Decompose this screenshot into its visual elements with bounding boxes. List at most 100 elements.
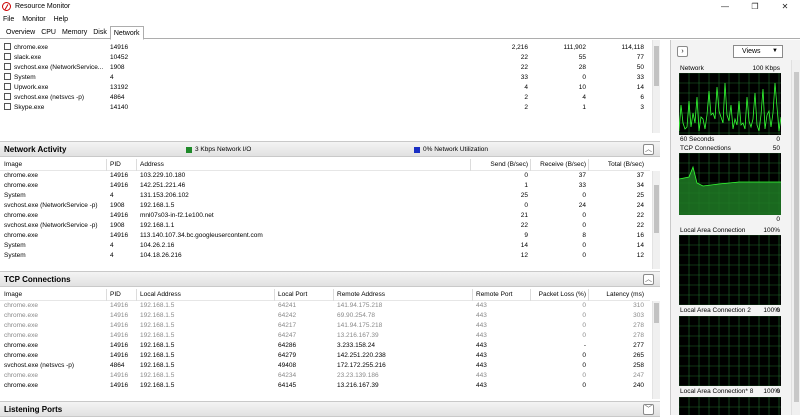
process-name: svchost.exe (netsvcs -p) [14, 94, 85, 101]
network-activity-scrollbar[interactable] [652, 171, 660, 269]
graph-name: Network [680, 65, 704, 72]
packet-loss: 0 [582, 312, 586, 319]
pid: 1908 [110, 222, 125, 229]
col-pid[interactable]: PID [110, 159, 121, 171]
process-row[interactable]: svchost.exe (NetworkService... 1908 22 28 50 [0, 63, 650, 73]
scrollbar-thumb[interactable] [654, 185, 659, 233]
process-row[interactable]: svchost.exe (netsvcs -p) 4864 2 4 6 [0, 93, 650, 103]
process-checkbox[interactable] [4, 103, 11, 110]
tcp-connection-row[interactable]: svchost.exe (netsvcs -p) 4864 192.168.1.5 4… [0, 361, 650, 371]
tcp-connection-row[interactable]: chrome.exe 14916 192.168.1.5 64286 3.233.158… [0, 341, 650, 351]
process-checkbox[interactable] [4, 83, 11, 90]
col-local-address[interactable]: Local Address [140, 289, 181, 301]
network-activity-row[interactable]: chrome.exe 14916 mnl07s03-in-f2.1e100.net 2… [0, 211, 650, 221]
graph-name: Local Area Connection 2 [680, 307, 751, 314]
process-send: 2 [524, 104, 528, 111]
image: svchost.exe (netsvcs -p) [4, 362, 75, 369]
address: 142.251.221.46 [140, 182, 186, 189]
process-checkbox[interactable] [4, 93, 11, 100]
menu-help[interactable]: Help [54, 16, 68, 23]
network-activity-row[interactable]: chrome.exe 14916 103.229.10.180 0 37 37 [0, 171, 650, 181]
network-activity-row[interactable]: svchost.exe (NetworkService -p) 1908 192.1… [0, 221, 650, 231]
col-remote-address[interactable]: Remote Address [337, 289, 385, 301]
tcp-connections-header[interactable]: TCP Connections ︿ [0, 271, 660, 287]
scrollbar-thumb[interactable] [654, 303, 659, 323]
image: chrome.exe [4, 302, 38, 309]
remote-port: 443 [476, 312, 487, 319]
tcp-connection-row[interactable]: chrome.exe 14916 192.168.1.5 64217 141.94.17… [0, 321, 650, 331]
menu-bar: File Monitor Help [0, 13, 800, 25]
expand-pane-icon[interactable]: › [677, 46, 688, 57]
network-activity-row[interactable]: System 4 104.18.26.216 12 0 12 [0, 251, 650, 261]
col-send[interactable]: Send (B/sec) [470, 159, 528, 171]
tab-disk[interactable]: Disk [90, 26, 110, 39]
process-receive: 10 [578, 84, 586, 91]
network-activity-row[interactable]: System 4 131.153.206.102 25 0 25 [0, 191, 650, 201]
process-list-scrollbar[interactable] [652, 40, 660, 133]
col-local-port[interactable]: Local Port [278, 289, 307, 301]
views-dropdown[interactable]: Views ▼ [733, 45, 783, 58]
network-activity-row[interactable]: chrome.exe 14916 113.140.107.34.bc.googleu… [0, 231, 650, 241]
tcp-connection-row[interactable]: chrome.exe 14916 192.168.1.5 64247 13.216.16… [0, 331, 650, 341]
tcp-connection-row[interactable]: chrome.exe 14916 192.168.1.5 64234 23.23.139… [0, 371, 650, 381]
tcp-connection-row[interactable]: chrome.exe 14916 192.168.1.5 64145 13.216.16… [0, 381, 650, 391]
col-pid[interactable]: PID [110, 289, 121, 301]
tcp-scrollbar[interactable] [652, 301, 660, 399]
tab-cpu[interactable]: CPU [38, 26, 59, 39]
local-port: 64286 [278, 342, 297, 349]
collapse-chevron-icon[interactable]: ︿ [643, 144, 654, 155]
col-address[interactable]: Address [140, 159, 164, 171]
image: svchost.exe (NetworkService -p) [4, 222, 98, 229]
network-activity-header[interactable]: Network Activity 3 Kbps Network I/O 0% N… [0, 141, 660, 157]
tcp-connection-row[interactable]: chrome.exe 14916 192.168.1.5 64242 69.90.254… [0, 311, 650, 321]
tab-memory[interactable]: Memory [59, 26, 90, 39]
pid: 14916 [110, 322, 129, 329]
col-remote-port[interactable]: Remote Port [476, 289, 513, 301]
scrollbar-thumb[interactable] [654, 46, 659, 86]
graph-plot [679, 73, 781, 135]
pid: 14916 [110, 372, 129, 379]
col-receive[interactable]: Receive (B/sec) [530, 159, 586, 171]
col-total[interactable]: Total (B/sec) [588, 159, 644, 171]
process-row[interactable]: Skype.exe 14140 2 1 3 [0, 103, 650, 113]
process-name: slack.exe [14, 54, 42, 61]
process-checkbox[interactable] [4, 53, 11, 60]
col-image[interactable]: Image [4, 289, 22, 301]
collapse-chevron-icon[interactable]: ︿ [643, 274, 654, 285]
network-activity-row[interactable]: chrome.exe 14916 142.251.221.46 1 33 34 [0, 181, 650, 191]
minimize-button[interactable]: — [710, 0, 740, 13]
network-activity-column-headers: Image PID Address Send (B/sec) Receive (… [0, 159, 650, 171]
col-image[interactable]: Image [4, 159, 22, 171]
menu-monitor[interactable]: Monitor [22, 16, 45, 23]
tcp-connection-row[interactable]: chrome.exe 14916 192.168.1.5 64241 141.94.17… [0, 301, 650, 311]
scrollbar-thumb[interactable] [794, 72, 799, 402]
process-send: 2,216 [511, 44, 528, 51]
process-receive: 4 [582, 94, 586, 101]
tab-network[interactable]: Network [109, 26, 144, 40]
graphs-scrollbar[interactable] [791, 60, 800, 415]
pid: 1908 [110, 202, 125, 209]
col-packet-loss[interactable]: Packet Loss (%) [530, 289, 586, 301]
tcp-connection-row[interactable]: chrome.exe 14916 192.168.1.5 64279 142.251.2… [0, 351, 650, 361]
graph-label: Network 100 Kbps [679, 64, 781, 73]
close-button[interactable]: ✕ [770, 0, 800, 13]
restore-button[interactable]: ❐ [740, 0, 770, 13]
total: 37 [636, 172, 644, 179]
process-row[interactable]: slack.exe 10452 22 55 77 [0, 53, 650, 63]
process-row[interactable]: System 4 33 0 33 [0, 73, 650, 83]
packet-loss: 0 [582, 322, 586, 329]
image: chrome.exe [4, 212, 38, 219]
process-checkbox[interactable] [4, 73, 11, 80]
graph-label: TCP Connections 50 [679, 144, 781, 153]
expand-chevron-icon[interactable]: ﹀ [643, 404, 654, 415]
menu-file[interactable]: File [3, 16, 14, 23]
col-latency[interactable]: Latency (ms) [588, 289, 644, 301]
network-activity-row[interactable]: System 4 104.26.2.16 14 0 14 [0, 241, 650, 251]
tab-overview[interactable]: Overview [3, 26, 38, 39]
process-checkbox[interactable] [4, 43, 11, 50]
process-row[interactable]: Upwork.exe 13192 4 10 14 [0, 83, 650, 93]
process-row[interactable]: chrome.exe 14916 2,216 111,902 114,118 [0, 43, 650, 53]
remote-address: 13.216.167.39 [337, 332, 379, 339]
network-activity-row[interactable]: svchost.exe (NetworkService -p) 1908 192.1… [0, 201, 650, 211]
process-checkbox[interactable] [4, 63, 11, 70]
